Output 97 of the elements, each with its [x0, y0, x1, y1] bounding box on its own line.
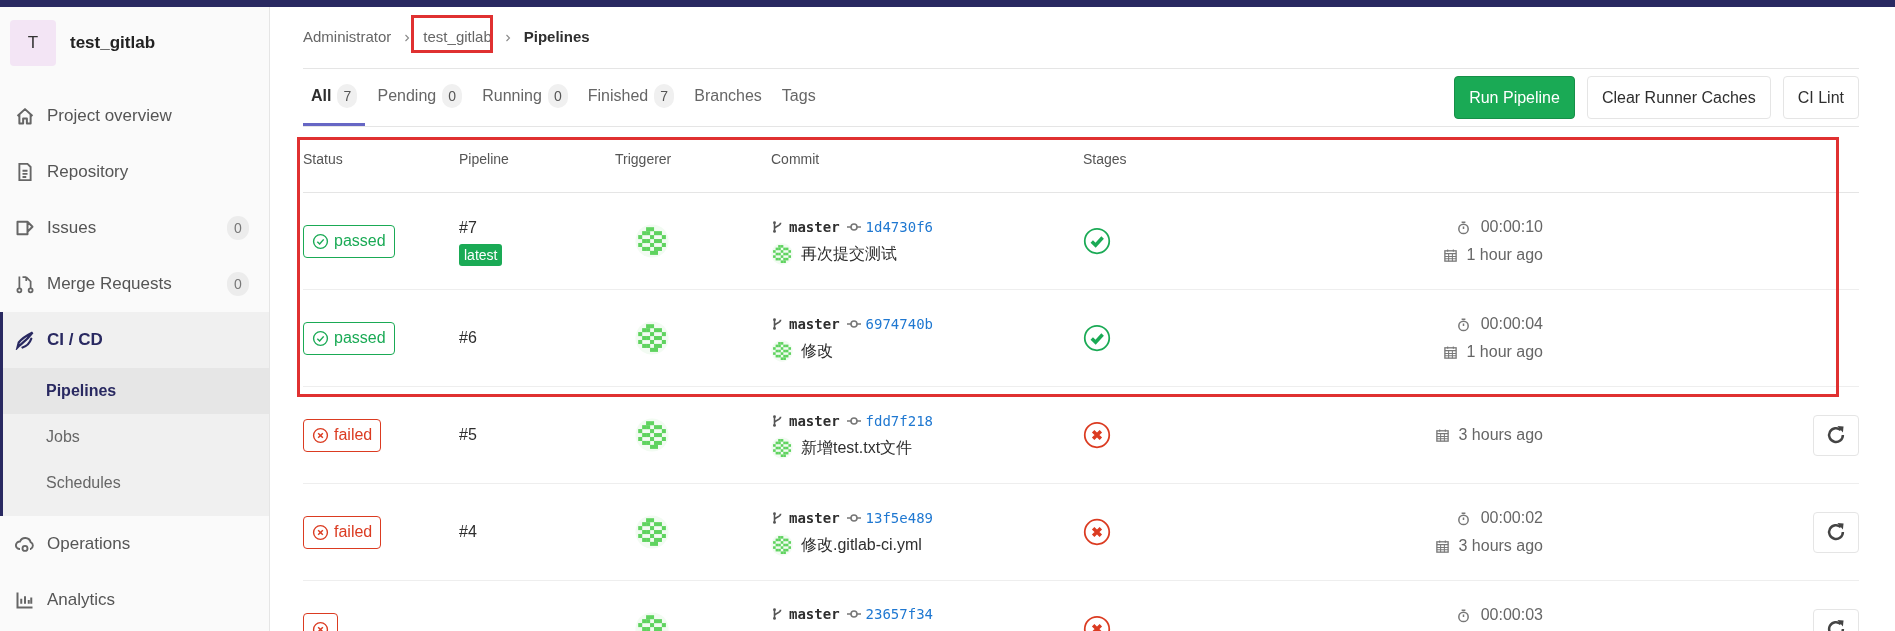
stage-x-circle-icon[interactable]: [1083, 518, 1111, 546]
merge-request-icon: [15, 274, 35, 294]
duration-text: 00:00:10: [1480, 217, 1543, 237]
finished-time-text: 1 hour ago: [1466, 245, 1543, 265]
branch-link[interactable]: master: [789, 410, 840, 432]
sidebar-item[interactable]: Project overview: [3, 88, 269, 144]
cloud-gear-icon: [15, 534, 35, 554]
branch-link[interactable]: master: [789, 603, 840, 625]
tab[interactable]: Finished 7: [579, 69, 683, 126]
stopwatch-icon: [1455, 219, 1471, 235]
commit-sha-link[interactable]: 1d4730f6: [865, 216, 933, 238]
x-circle-icon: [312, 426, 329, 444]
finished-time-text: 1 hour ago: [1466, 342, 1543, 362]
check-circle-icon: [312, 232, 329, 250]
retry-button[interactable]: [1813, 414, 1859, 456]
breadcrumb-link[interactable]: Pipelines: [523, 26, 590, 49]
calendar-icon: [1435, 427, 1451, 443]
tab[interactable]: All 7: [303, 69, 366, 126]
branch-link[interactable]: master: [789, 216, 840, 238]
finished-time-text: 3 hours ago: [1458, 536, 1543, 556]
stage-x-circle-icon[interactable]: [1083, 421, 1111, 449]
column-header: Commit: [771, 151, 820, 167]
commit-message-link[interactable]: 再次提交测试: [801, 241, 897, 266]
column-header: Triggerer: [615, 151, 672, 167]
avatar-icon: [635, 224, 669, 258]
sidebar-item[interactable]: Repository: [3, 144, 269, 200]
branch-link[interactable]: master: [789, 313, 840, 335]
stage-check-circle-icon[interactable]: [1083, 227, 1111, 255]
sidebar-item[interactable]: CI / CD: [3, 312, 269, 368]
count-badge: 7: [337, 84, 358, 108]
branch-link[interactable]: master: [789, 507, 840, 529]
finished-time-text: 3 hours ago: [1458, 425, 1543, 445]
sidebar-item[interactable]: Merge Requests 0: [3, 256, 269, 312]
sidebar-item[interactable]: Issues 0: [3, 200, 269, 256]
tab[interactable]: Pending 0: [369, 69, 471, 126]
commit-message-link[interactable]: 新增test.txt文件: [801, 435, 913, 460]
avatar-icon: [771, 242, 793, 265]
avatar-icon: [635, 321, 669, 355]
avatar-icon: [771, 339, 793, 362]
retry-button[interactable]: [1813, 511, 1859, 553]
issues-icon: [15, 218, 35, 238]
count-badge: 7: [654, 84, 675, 108]
sidebar-item[interactable]: Operations: [3, 516, 269, 572]
count-badge: 0: [227, 272, 249, 296]
calendar-icon: [1443, 247, 1459, 263]
pipeline-link[interactable]: #5: [459, 423, 477, 447]
stage-check-circle-icon[interactable]: [1083, 324, 1111, 352]
column-header: Stages: [1083, 151, 1127, 167]
sidebar-subitem[interactable]: Jobs: [3, 414, 269, 460]
commit-message-link[interactable]: 修改: [801, 338, 833, 363]
calendar-icon: [1435, 538, 1451, 554]
pipeline-link[interactable]: #7: [459, 216, 477, 240]
tab[interactable]: Running 0: [474, 69, 576, 126]
check-circle-icon: [312, 329, 329, 347]
commit-sha-link[interactable]: fdd7f218: [865, 410, 933, 432]
x-circle-icon: [312, 523, 329, 541]
latest-badge: latest: [459, 244, 503, 266]
stopwatch-icon: [1455, 316, 1471, 332]
home-icon: [15, 106, 35, 126]
project-name[interactable]: test_gitlab: [70, 30, 156, 56]
status-badge[interactable]: failed: [303, 515, 382, 549]
tab[interactable]: Tags: [773, 69, 824, 126]
tab[interactable]: Branches: [686, 69, 770, 126]
document-icon: [15, 162, 35, 182]
commit-sha-link[interactable]: 6974740b: [865, 313, 933, 335]
refresh-icon: [1825, 424, 1847, 446]
count-badge: 0: [442, 84, 463, 108]
refresh-icon: [1825, 521, 1847, 543]
breadcrumb-link[interactable]: test_gitlab: [423, 26, 492, 49]
duration-text: 00:00:02: [1480, 508, 1543, 528]
commit-message-link[interactable]: 修改.gitlab-ci.yml: [801, 532, 922, 557]
pipeline-link[interactable]: #4: [459, 520, 477, 544]
bar-chart-icon: [15, 590, 35, 610]
duration-text: 00:00:04: [1480, 314, 1543, 334]
avatar-icon: [771, 533, 793, 556]
calendar-icon: [1443, 344, 1459, 360]
pipeline-link[interactable]: #6: [459, 326, 477, 350]
sidebar-subitem[interactable]: Pipelines: [3, 368, 269, 414]
project-avatar: T: [10, 20, 56, 66]
toolbar-button[interactable]: CI Lint: [1782, 76, 1859, 119]
commit-sha-link[interactable]: 23657f34: [865, 603, 933, 625]
avatar-icon: [771, 436, 793, 459]
status-badge[interactable]: failed: [303, 418, 382, 452]
count-badge: 0: [547, 84, 568, 108]
duration-text: 00:00:03: [1480, 605, 1543, 625]
breadcrumb-link[interactable]: Administrator: [303, 26, 392, 49]
stopwatch-icon: [1455, 510, 1471, 526]
toolbar-button[interactable]: Clear Runner Caches: [1586, 76, 1771, 119]
sidebar-item[interactable]: Analytics: [3, 572, 269, 628]
count-badge: 0: [227, 216, 249, 240]
column-header: Status: [303, 151, 343, 167]
column-header: Pipeline: [459, 151, 509, 167]
sidebar-subitem[interactable]: Schedules: [3, 460, 269, 506]
avatar-icon: [635, 515, 669, 549]
stopwatch-icon: [1455, 607, 1471, 623]
commit-sha-link[interactable]: 13f5e489: [865, 507, 933, 529]
avatar-icon: [635, 418, 669, 452]
